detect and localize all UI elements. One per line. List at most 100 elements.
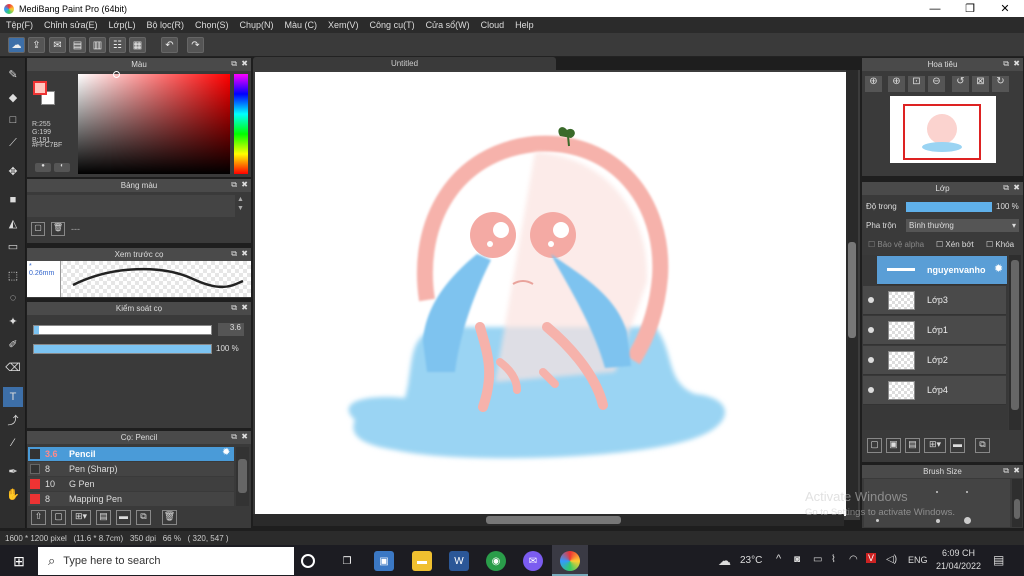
document-icon[interactable]: ▥ [89, 37, 106, 53]
undock-icon[interactable]: ⧉ [231, 249, 237, 259]
share-icon[interactable]: ⇪ [28, 37, 45, 53]
layer-scroll-thumb[interactable] [1011, 260, 1019, 410]
settings-icon[interactable]: ☷ [109, 37, 126, 53]
menu-capture[interactable]: Chụp(N) [240, 20, 274, 30]
close-button[interactable]: ✕ [988, 0, 1022, 17]
folder-icon[interactable]: ▬ [116, 510, 131, 525]
brush-opacity-slider[interactable] [33, 344, 212, 354]
save-icon[interactable]: ▤ [69, 37, 86, 53]
store-icon[interactable]: ▣ [374, 551, 394, 571]
select-pen-icon[interactable]: ✐ [3, 334, 23, 354]
menu-layer[interactable]: Lớp(L) [109, 20, 136, 30]
line-tool-icon[interactable]: ⟋ [3, 133, 23, 153]
messenger-icon[interactable]: ✉ [523, 551, 543, 571]
add-brush-icon[interactable]: ⊞▾ [71, 510, 91, 525]
delete-brush-icon[interactable]: 🗑 [162, 510, 177, 525]
menu-view[interactable]: Xem(V) [328, 20, 359, 30]
zoom-out-icon[interactable]: ⊖ [928, 76, 945, 92]
clip-checkbox[interactable]: ☐ Xén bớt [936, 240, 974, 249]
undock-icon[interactable]: ⧉ [231, 303, 237, 313]
brush-size-value[interactable]: 3.6 [218, 323, 244, 336]
reset-view-icon[interactable]: ⊠ [972, 76, 989, 92]
brush-size-dot[interactable] [966, 491, 968, 493]
clock-date[interactable]: 21/04/2022 [936, 561, 981, 571]
duplicate-brush-icon[interactable]: ⧉ [136, 510, 151, 525]
magic-wand-icon[interactable]: ✦ [3, 311, 23, 331]
chrome-icon[interactable]: ◉ [486, 551, 506, 571]
gear-icon[interactable]: ✹ [994, 262, 1003, 275]
eye-icon[interactable] [868, 357, 874, 363]
network-icon[interactable]: ⌇ [831, 554, 836, 565]
layer-item-lop2[interactable]: Lớp2 [863, 346, 1006, 375]
app-tray-icon[interactable]: V [866, 553, 877, 563]
brush-size-dot[interactable] [936, 519, 940, 523]
windows-start-icon[interactable]: ⊞ [9, 551, 29, 571]
drawing-canvas[interactable] [255, 72, 846, 516]
language-indicator[interactable]: ENG [908, 555, 928, 565]
grid-icon[interactable]: ▦ [129, 37, 146, 53]
new-brush-icon[interactable]: ▢ [51, 510, 66, 525]
brush-item-pen-sharp[interactable]: 8 Pen (Sharp) [28, 462, 234, 476]
undock-icon[interactable]: ⧉ [231, 59, 237, 69]
menu-cloud[interactable]: Cloud [481, 20, 505, 30]
notification-icon[interactable]: ▤ [993, 553, 1004, 567]
new-layer-icon[interactable]: ▢ [867, 438, 882, 453]
pen-tool-icon[interactable]: ✒ [3, 461, 23, 481]
clock-time[interactable]: 6:09 CH [942, 548, 975, 558]
redo-icon[interactable]: ↷ [187, 37, 204, 53]
shape-tool-icon[interactable]: □ [3, 110, 23, 130]
brush-size-slider[interactable] [33, 325, 212, 335]
layer-list-scrollbar[interactable] [1009, 255, 1021, 430]
medibang-taskbar-button[interactable] [552, 545, 588, 576]
layer-item-lop1[interactable]: Lớp1 [863, 316, 1006, 345]
brush-properties-icon[interactable]: ▤ [96, 510, 111, 525]
delete-palette-icon[interactable]: 🗑 [51, 222, 65, 236]
menu-window[interactable]: Cửa sổ(W) [426, 20, 470, 30]
rotate-right-icon[interactable]: ↻ [992, 76, 1009, 92]
brush-item-g-pen[interactable]: 10 G Pen [28, 477, 234, 491]
palette-scroll[interactable]: ▲ ▼ [237, 195, 244, 213]
menu-select[interactable]: Chọn(S) [195, 20, 229, 30]
lock-checkbox[interactable]: ☐ Khóa [986, 240, 1014, 249]
close-icon[interactable]: ✖ [241, 303, 248, 312]
eye-icon[interactable] [868, 327, 874, 333]
layer-properties-icon[interactable]: ▤ [905, 438, 920, 453]
eyedropper-icon[interactable]: ⁄ [3, 433, 23, 453]
maximize-button[interactable]: ❐ [953, 0, 987, 17]
close-icon[interactable]: ✖ [241, 59, 248, 68]
color-button-1[interactable]: ● [35, 163, 51, 172]
volume-icon[interactable]: ◁) [886, 554, 897, 565]
lasso-select-icon[interactable]: ◌ [3, 288, 23, 308]
navigator-thumbnail[interactable] [890, 96, 996, 163]
close-icon[interactable]: ✖ [1013, 59, 1020, 68]
camera-icon[interactable]: ◙ [794, 554, 800, 565]
add-layer-menu-icon[interactable]: ⊞▾ [924, 438, 946, 453]
wifi-icon[interactable]: ◠ [849, 554, 858, 565]
taskbar-search[interactable]: ⌕ Type here to search [38, 547, 294, 575]
horizontal-scrollbar[interactable] [253, 514, 844, 526]
eye-icon[interactable] [868, 297, 874, 303]
text-tool-icon[interactable]: T [3, 387, 23, 407]
canvas-tab[interactable]: Untitled [253, 57, 556, 70]
blend-mode-select[interactable]: Bình thường ▾ [906, 219, 1019, 232]
close-icon[interactable]: ✖ [1013, 183, 1020, 192]
move-tool-icon[interactable]: ✥ [3, 161, 23, 181]
close-icon[interactable]: ✖ [241, 180, 248, 189]
undock-icon[interactable]: ⧉ [231, 432, 237, 442]
battery-icon[interactable]: ▭ [813, 554, 822, 565]
close-icon[interactable]: ✖ [1013, 466, 1020, 475]
copy-layer-icon[interactable]: ▣ [886, 438, 901, 453]
cloud-icon[interactable]: ☁ [8, 37, 25, 53]
brush-item-pencil[interactable]: 3.6 Pencil ✹ [28, 447, 234, 461]
bucket-tool-icon[interactable]: ◭ [3, 213, 23, 233]
comment-icon[interactable]: ✉ [49, 37, 66, 53]
gear-icon[interactable]: ✹ [222, 447, 230, 458]
rect-select-icon[interactable]: ⬚ [3, 265, 23, 285]
undock-icon[interactable]: ⧉ [1003, 466, 1009, 476]
color-picker-square[interactable] [78, 74, 230, 174]
layer-item-lop3[interactable]: Lớp3 [863, 286, 1006, 315]
menu-tools[interactable]: Công cụ(T) [370, 20, 415, 30]
chevron-up-icon[interactable]: ^ [776, 553, 781, 565]
vertical-scroll-thumb[interactable] [848, 242, 856, 338]
layer-item-lop4[interactable]: Lớp4 [863, 376, 1006, 405]
